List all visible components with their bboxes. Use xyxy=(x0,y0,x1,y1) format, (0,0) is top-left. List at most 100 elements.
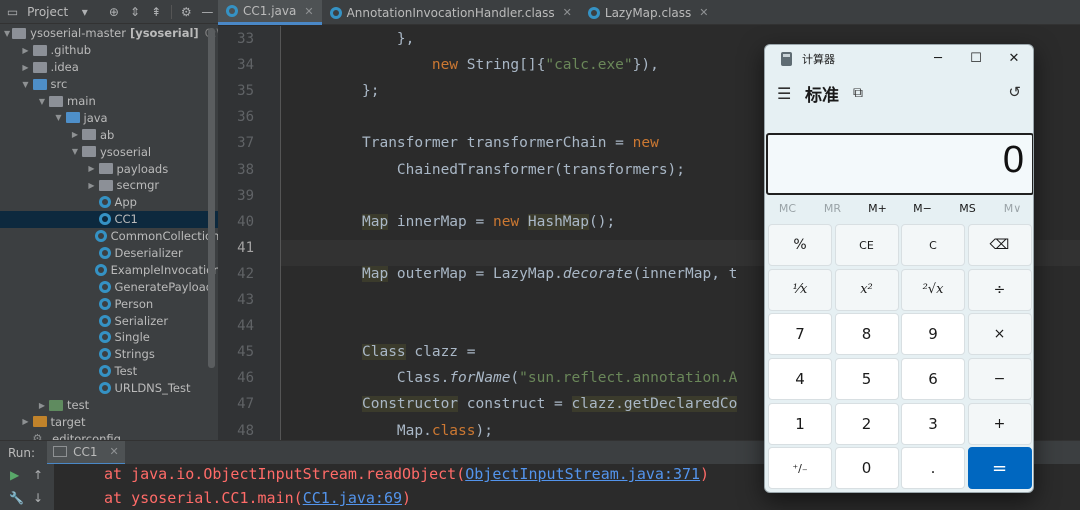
close-window-button[interactable]: ✕ xyxy=(995,47,1033,71)
tree-item[interactable]: ▶ ab xyxy=(0,126,218,143)
tree-item[interactable]: ▶CommonCollections xyxy=(0,228,218,245)
run-side-toolbar: ▶ ↑ 🔧 ↓ xyxy=(0,464,54,510)
clear-entry-key[interactable]: CE xyxy=(834,224,899,266)
wrench-icon[interactable]: 🔧 xyxy=(9,491,24,505)
project-scrollbar[interactable] xyxy=(208,28,215,368)
digit-2-key[interactable]: 2 xyxy=(834,402,899,445)
subtract-key[interactable]: − xyxy=(967,358,1032,401)
tree-item[interactable]: ▼ src xyxy=(0,76,218,93)
digit-1-key[interactable]: 1 xyxy=(768,402,832,445)
tree-item[interactable]: ▶⚙.editorconfig xyxy=(0,430,218,440)
expand-all-icon[interactable]: ⇕ xyxy=(128,5,141,19)
chevron-right-icon[interactable]: ▶ xyxy=(21,46,31,55)
tree-item-label: GeneratePayload xyxy=(114,279,214,294)
tree-item[interactable]: ▶ test xyxy=(0,397,218,414)
tree-item-label: src xyxy=(50,77,68,92)
chevron-right-icon[interactable]: ▶ xyxy=(87,164,97,173)
digit-3-key[interactable]: 3 xyxy=(901,402,965,445)
chevron-down-icon[interactable]: ▾ xyxy=(78,5,91,19)
memory-button[interactable]: M− xyxy=(900,199,945,219)
project-title[interactable]: Project xyxy=(27,5,68,19)
digit-6-key[interactable]: 6 xyxy=(901,358,965,401)
tree-item[interactable]: ▶ target xyxy=(0,413,218,430)
keep-on-top-icon[interactable]: ⧉ xyxy=(853,85,863,101)
close-icon[interactable]: ✕ xyxy=(109,445,118,458)
tree-item[interactable]: ▶ .github xyxy=(0,42,218,59)
tree-item[interactable]: ▶Test xyxy=(0,363,218,380)
digit-5-key[interactable]: 5 xyxy=(834,358,899,401)
tree-item[interactable]: ▶Single xyxy=(0,329,218,346)
tree-item[interactable]: ▼ysoserial-master[ysoserial]C:\User xyxy=(0,25,218,42)
chevron-right-icon[interactable]: ▶ xyxy=(37,401,47,410)
arrow-down-icon[interactable]: ↓ xyxy=(33,491,43,505)
memory-button[interactable]: MS xyxy=(945,199,990,219)
tree-item[interactable]: ▶ExampleInvocationH xyxy=(0,261,218,278)
close-icon[interactable]: ✕ xyxy=(563,6,572,19)
memory-button[interactable]: MC xyxy=(765,199,810,219)
minimize-window-button[interactable]: ─ xyxy=(919,47,957,71)
chevron-down-icon[interactable]: ▼ xyxy=(70,147,80,156)
memory-button[interactable]: M+ xyxy=(855,199,900,219)
editor-tab[interactable]: AnnotationInvocationHandler.class ✕ xyxy=(322,0,580,25)
tree-item[interactable]: ▶Serializer xyxy=(0,312,218,329)
add-key[interactable]: + xyxy=(967,402,1032,445)
tree-item[interactable]: ▶ .idea xyxy=(0,59,218,76)
close-icon[interactable]: ✕ xyxy=(304,5,313,18)
negate-key[interactable]: ⁺∕₋ xyxy=(768,447,832,490)
project-view-icon[interactable]: ▭ xyxy=(6,5,19,19)
clear-key[interactable]: C xyxy=(901,224,965,266)
backspace-key[interactable]: ⌫ xyxy=(967,224,1032,266)
tree-item[interactable]: ▶Deserializer xyxy=(0,245,218,262)
chevron-down-icon[interactable]: ▼ xyxy=(4,29,10,38)
chevron-right-icon[interactable]: ▶ xyxy=(21,417,31,426)
tree-item[interactable]: ▶Person xyxy=(0,295,218,312)
decimal-key[interactable]: . xyxy=(901,447,965,490)
tree-item[interactable]: ▶Strings xyxy=(0,346,218,363)
tree-item[interactable]: ▼ java xyxy=(0,109,218,126)
hamburger-menu-icon[interactable]: ☰ xyxy=(777,84,795,103)
digit-0-key[interactable]: 0 xyxy=(834,447,899,490)
chevron-right-icon[interactable]: ▶ xyxy=(70,130,80,139)
multiply-key[interactable]: × xyxy=(967,313,1032,356)
tree-item[interactable]: ▶ payloads xyxy=(0,160,218,177)
close-icon[interactable]: ✕ xyxy=(699,6,708,19)
memory-button[interactable]: M∨ xyxy=(990,199,1033,219)
source-link[interactable]: ObjectInputStream.java:371 xyxy=(465,465,700,483)
chevron-down-icon[interactable]: ▼ xyxy=(37,97,47,106)
memory-button[interactable]: MR xyxy=(810,199,855,219)
gear-icon[interactable]: ⚙ xyxy=(180,5,193,19)
digit-4-key[interactable]: 4 xyxy=(768,358,832,401)
run-config-tab[interactable]: CC1 ✕ xyxy=(47,440,125,465)
digit-9-key[interactable]: 9 xyxy=(901,313,965,356)
maximize-window-button[interactable]: ☐ xyxy=(957,47,995,71)
history-icon[interactable]: ↺ xyxy=(1008,83,1021,101)
percent-key[interactable]: % xyxy=(768,224,832,266)
square-root-key[interactable]: ²√x xyxy=(901,268,965,311)
chevron-down-icon[interactable]: ▼ xyxy=(21,80,31,89)
tree-item[interactable]: ▼ ysoserial xyxy=(0,143,218,160)
chevron-right-icon[interactable]: ▶ xyxy=(87,181,97,190)
arrow-up-icon[interactable]: ↑ xyxy=(33,468,43,482)
calculator-titlebar[interactable]: 计算器 ─ ☐ ✕ xyxy=(765,45,1033,73)
tree-item[interactable]: ▶URLDNS_Test xyxy=(0,380,218,397)
tree-item[interactable]: ▶ secmgr xyxy=(0,177,218,194)
collapse-all-icon[interactable]: ⇞ xyxy=(150,5,163,19)
equals-key[interactable]: = xyxy=(967,447,1032,490)
digit-7-key[interactable]: 7 xyxy=(768,313,832,356)
reciprocal-key[interactable]: ¹⁄x xyxy=(768,268,832,311)
tree-item[interactable]: ▶App xyxy=(0,194,218,211)
minimize-icon[interactable]: — xyxy=(201,5,214,19)
editor-tab[interactable]: LazyMap.class ✕ xyxy=(580,0,717,25)
square-key[interactable]: x² xyxy=(834,268,899,311)
tree-item[interactable]: ▶GeneratePayload xyxy=(0,278,218,295)
chevron-down-icon[interactable]: ▼ xyxy=(54,113,64,122)
source-link[interactable]: CC1.java:69 xyxy=(303,489,402,507)
locate-icon[interactable]: ⊕ xyxy=(107,5,120,19)
chevron-right-icon[interactable]: ▶ xyxy=(21,63,31,72)
editor-tab[interactable]: CC1.java ✕ xyxy=(218,0,322,25)
digit-8-key[interactable]: 8 xyxy=(834,313,899,356)
tree-item[interactable]: ▼ main xyxy=(0,93,218,110)
rerun-icon[interactable]: ▶ xyxy=(10,468,19,482)
tree-item[interactable]: ▶CC1 xyxy=(0,210,218,228)
divide-key[interactable]: ÷ xyxy=(967,268,1032,311)
